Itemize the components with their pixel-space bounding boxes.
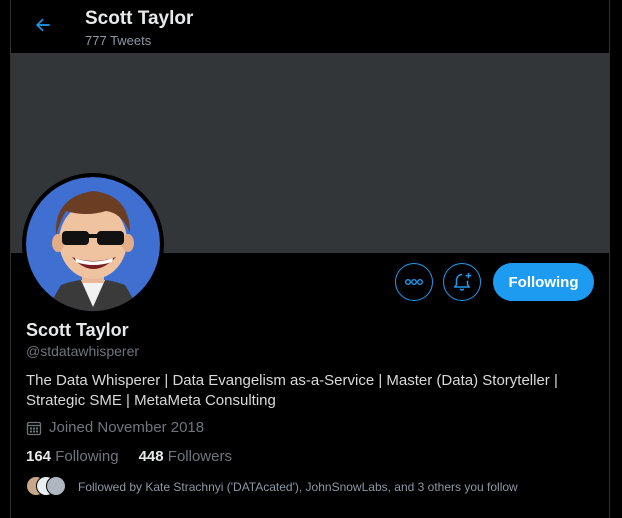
following-count: 164: [26, 448, 52, 465]
right-border: [609, 0, 610, 518]
more-options-button[interactable]: [395, 263, 433, 301]
calendar-icon: [26, 421, 42, 435]
notifications-button[interactable]: [443, 263, 481, 301]
following-label: Following: [55, 448, 119, 465]
followers-label: Followers: [167, 448, 232, 465]
followed-by-row[interactable]: Followed by Kate Strachnyi ('DATAcated')…: [26, 476, 518, 497]
bell-plus-icon: [453, 272, 472, 291]
profile-header: Scott Taylor 777 Tweets: [11, 0, 609, 53]
header-name: Scott Taylor: [85, 8, 194, 29]
bio-line-1: The Data Whisperer | Data Evangelism as-…: [26, 372, 558, 389]
follow-stats: 164 Following 448 Followers: [26, 448, 252, 465]
followers-stat-link[interactable]: 448 Followers: [139, 448, 232, 465]
followed-by-avatars: [26, 476, 68, 497]
bio-line-2: Strategic SME | MetaMeta Consulting: [26, 392, 276, 409]
more-dots-icon: [405, 279, 423, 285]
follower-avatar: [46, 476, 66, 496]
following-button[interactable]: Following: [493, 263, 594, 301]
following-stat-link[interactable]: 164 Following: [26, 448, 119, 465]
profile-avatar[interactable]: [22, 173, 164, 315]
header-tweet-count: 777 Tweets: [85, 33, 152, 48]
followed-by-text: Followed by Kate Strachnyi ('DATAcated')…: [78, 479, 518, 494]
back-button[interactable]: [28, 10, 58, 40]
followers-count: 448: [138, 448, 164, 465]
joined-date: Joined November 2018: [26, 419, 204, 436]
joined-text: Joined November 2018: [49, 419, 205, 436]
arrow-left-icon: [36, 18, 50, 32]
avatar-illustration: [26, 177, 160, 311]
profile-display-name: Scott Taylor: [26, 320, 129, 340]
profile-bio: The Data Whisperer | Data Evangelism as-…: [26, 371, 586, 411]
profile-handle: @stdatawhisperer: [26, 343, 140, 359]
